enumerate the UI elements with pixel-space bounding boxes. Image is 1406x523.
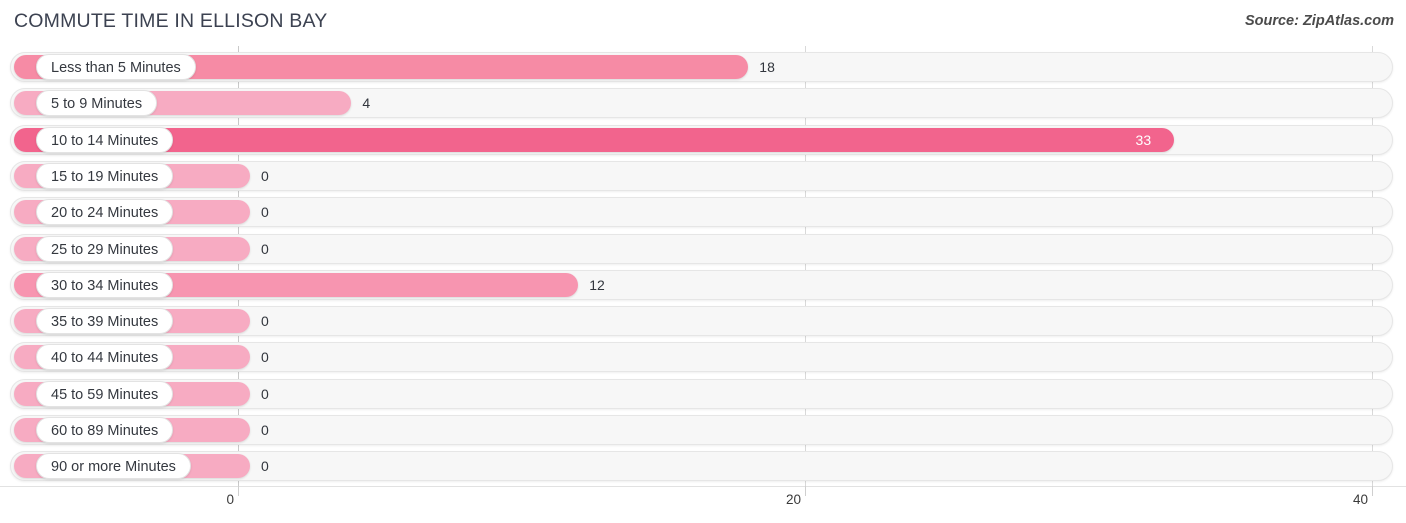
bar-value-label: 33	[1135, 131, 1152, 148]
bar-category-label: Less than 5 Minutes	[36, 54, 196, 80]
bar-category-label: 30 to 34 Minutes	[36, 271, 174, 298]
bar-category-label: 10 to 14 Minutes	[36, 126, 174, 153]
bar-category-label: 15 to 19 Minutes	[36, 162, 174, 189]
chart-header: COMMUTE TIME IN ELLISON BAY Source: ZipA…	[0, 0, 1406, 46]
bar-value-label: 0	[261, 349, 269, 366]
bar-row[interactable]: 25 to 29 Minutes 0	[0, 233, 1406, 264]
bar-row[interactable]: 10 to 14 Minutes 33	[0, 124, 1406, 155]
x-tick-mark	[805, 486, 806, 496]
bar-value-label: 0	[261, 313, 269, 330]
bar-value-label: 0	[261, 204, 269, 221]
bar-category-label: 90 or more Minutes	[36, 453, 191, 480]
bar-value-label: 18	[759, 59, 775, 75]
bar-category-label: 35 to 39 Minutes	[36, 308, 174, 335]
bar-row[interactable]: Less than 5 Minutes 18	[0, 52, 1406, 82]
x-tick-label: 20	[785, 492, 801, 507]
x-tick-label: 0	[226, 492, 234, 507]
bar-row[interactable]: 90 or more Minutes 0	[0, 451, 1406, 482]
bar-row[interactable]: 15 to 19 Minutes 0	[0, 160, 1406, 191]
bar-category-label: 40 to 44 Minutes	[36, 344, 174, 371]
page-title: COMMUTE TIME IN ELLISON BAY	[14, 10, 328, 32]
bar-row[interactable]: 40 to 44 Minutes 0	[0, 342, 1406, 373]
x-tick-mark	[238, 486, 239, 496]
bar-value-label: 0	[261, 385, 269, 402]
bar-value-label: 0	[261, 240, 269, 257]
bar-category-label: 60 to 89 Minutes	[36, 417, 174, 443]
bar-row[interactable]: 20 to 24 Minutes 0	[0, 197, 1406, 228]
bar-row[interactable]: 35 to 39 Minutes 0	[0, 306, 1406, 337]
bar-row[interactable]: 60 to 89 Minutes 0	[0, 415, 1406, 445]
bar-value-label: 0	[261, 167, 269, 184]
bar-value-label: 4	[362, 95, 371, 112]
bar-category-label: 25 to 29 Minutes	[36, 235, 174, 262]
bar-category-label: 20 to 24 Minutes	[36, 199, 174, 226]
source-attribution: Source: ZipAtlas.com	[1244, 13, 1394, 29]
x-tick-label: 40	[1352, 492, 1368, 507]
bar-row[interactable]: 5 to 9 Minutes 4	[0, 88, 1406, 119]
bar-category-label: 5 to 9 Minutes	[36, 90, 158, 117]
bar-value-label: 0	[261, 422, 269, 438]
bar-category-label: 45 to 59 Minutes	[36, 380, 174, 407]
x-axis-line	[0, 486, 1406, 487]
bar-fill[interactable]	[14, 127, 1174, 152]
bar-value-label: 0	[261, 458, 269, 475]
chart-plot-area: Less than 5 Minutes 18 5 to 9 Minutes 4 10 t…	[0, 46, 1406, 486]
bar-value-label: 12	[589, 276, 605, 293]
x-tick-mark	[1372, 486, 1373, 496]
x-axis: 0 20 40	[0, 486, 1406, 523]
bar-row[interactable]: 30 to 34 Minutes 12	[0, 269, 1406, 300]
bar-row[interactable]: 45 to 59 Minutes 0	[0, 378, 1406, 409]
